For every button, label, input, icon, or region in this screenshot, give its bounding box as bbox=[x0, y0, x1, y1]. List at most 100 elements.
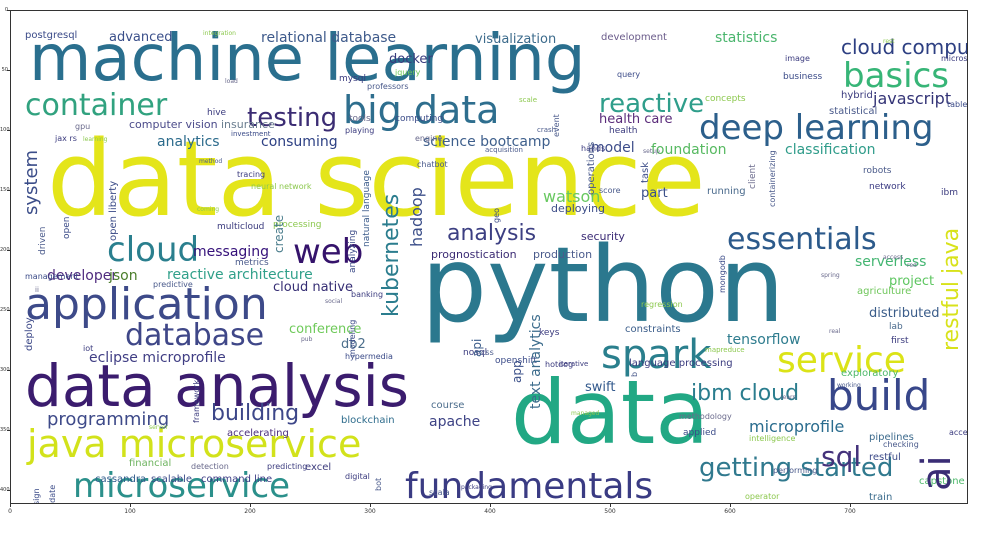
word: statistical bbox=[829, 106, 878, 117]
x-tick-label: 200 bbox=[244, 508, 256, 515]
word: query bbox=[617, 70, 641, 79]
x-tick-label: 400 bbox=[484, 508, 496, 515]
word: load bbox=[225, 78, 238, 85]
word: cloud native bbox=[273, 280, 353, 295]
word: tools bbox=[349, 114, 371, 124]
x-tick-label: 0 bbox=[8, 508, 12, 515]
word: methodology bbox=[679, 412, 732, 421]
word: update bbox=[48, 484, 57, 504]
word: health bbox=[609, 126, 638, 136]
y-tick-label: 200 bbox=[0, 247, 10, 253]
word: visualization bbox=[475, 32, 557, 47]
word: command line bbox=[201, 474, 273, 485]
word: blockchain bbox=[341, 415, 395, 426]
word: score bbox=[599, 186, 621, 195]
word: design bbox=[32, 488, 41, 504]
word: postgresql bbox=[25, 30, 78, 41]
word: lab bbox=[889, 322, 903, 332]
word: sql bbox=[821, 440, 862, 473]
word: essentials bbox=[727, 222, 877, 257]
word: mysql bbox=[339, 74, 366, 84]
word: scale bbox=[519, 96, 538, 104]
word: kubernetes bbox=[379, 193, 404, 317]
word: relational database bbox=[261, 30, 397, 46]
word: table bbox=[947, 100, 968, 109]
word: computer vision bbox=[129, 118, 218, 131]
word: restful bbox=[869, 452, 901, 463]
word: working bbox=[837, 382, 861, 389]
word: spark bbox=[601, 332, 712, 378]
word: ai bbox=[914, 455, 960, 491]
word: agriculture bbox=[857, 286, 912, 297]
word: concepts bbox=[705, 94, 746, 104]
word: network bbox=[869, 182, 906, 192]
word: running bbox=[707, 186, 746, 197]
word: jax rs bbox=[55, 134, 77, 143]
y-tick-label: 0 bbox=[4, 7, 8, 13]
word: development bbox=[601, 32, 667, 43]
word: investment bbox=[231, 130, 271, 138]
word: driven bbox=[38, 226, 48, 255]
word: pub bbox=[301, 336, 313, 343]
word: database bbox=[125, 318, 265, 353]
word: framework bbox=[192, 379, 201, 423]
word: intelligence bbox=[749, 434, 796, 443]
word: part bbox=[641, 186, 668, 201]
word: mongodb bbox=[718, 255, 727, 293]
word: robots bbox=[863, 166, 892, 176]
word: performing bbox=[773, 466, 818, 475]
word: create bbox=[272, 214, 286, 253]
word: server bbox=[149, 424, 168, 431]
word: microprofile bbox=[749, 417, 845, 436]
word: geo bbox=[492, 208, 501, 223]
word: java microservice bbox=[27, 422, 362, 466]
word: advanced bbox=[109, 30, 173, 45]
y-tick-label: 150 bbox=[0, 187, 10, 193]
word: course bbox=[431, 400, 465, 411]
word: analyzing bbox=[348, 229, 358, 273]
word: predictive bbox=[153, 280, 193, 289]
word: eclipse microprofile bbox=[89, 350, 226, 366]
word: hybrid bbox=[841, 90, 873, 101]
word: modeling bbox=[348, 319, 357, 357]
word: engine bbox=[415, 134, 443, 143]
word: statistics bbox=[715, 30, 778, 46]
word: container bbox=[25, 88, 168, 123]
word: jquery bbox=[395, 68, 421, 77]
word: hadoop bbox=[407, 187, 426, 247]
word: gpu bbox=[75, 122, 91, 131]
word: computing bbox=[395, 114, 444, 124]
word: train bbox=[869, 492, 893, 503]
word: open bbox=[62, 216, 72, 239]
word: digital bbox=[345, 472, 370, 481]
word: playing bbox=[345, 126, 375, 135]
word: method bbox=[199, 158, 223, 165]
word: deploying bbox=[551, 202, 606, 215]
x-tick-label: 500 bbox=[604, 508, 616, 515]
y-tick-label: 400 bbox=[0, 487, 10, 493]
word: learn bbox=[781, 394, 797, 401]
word: regression bbox=[641, 300, 683, 309]
word: insurance bbox=[221, 118, 275, 131]
word: apache bbox=[429, 414, 481, 430]
word: scalable bbox=[151, 474, 193, 485]
y-tick-label: 100 bbox=[0, 127, 10, 133]
word: access bbox=[883, 254, 904, 261]
word: excel bbox=[305, 462, 332, 473]
word: acquisition bbox=[485, 146, 523, 154]
word: iot bbox=[83, 344, 94, 353]
y-tick-label: 350 bbox=[0, 427, 10, 433]
word: distributed bbox=[869, 306, 940, 321]
word: setup bbox=[643, 148, 660, 155]
word: rest bbox=[883, 38, 895, 45]
word: system bbox=[21, 149, 42, 215]
word: docker bbox=[389, 52, 433, 67]
word: cassandra bbox=[95, 474, 147, 485]
word: deep learning bbox=[699, 108, 934, 148]
word: predicting bbox=[267, 462, 308, 471]
word: checking bbox=[883, 440, 919, 449]
x-tick-label: 700 bbox=[844, 508, 856, 515]
word: ii bbox=[35, 286, 39, 294]
word: containerizing bbox=[768, 150, 777, 207]
word: packaging bbox=[461, 484, 492, 491]
